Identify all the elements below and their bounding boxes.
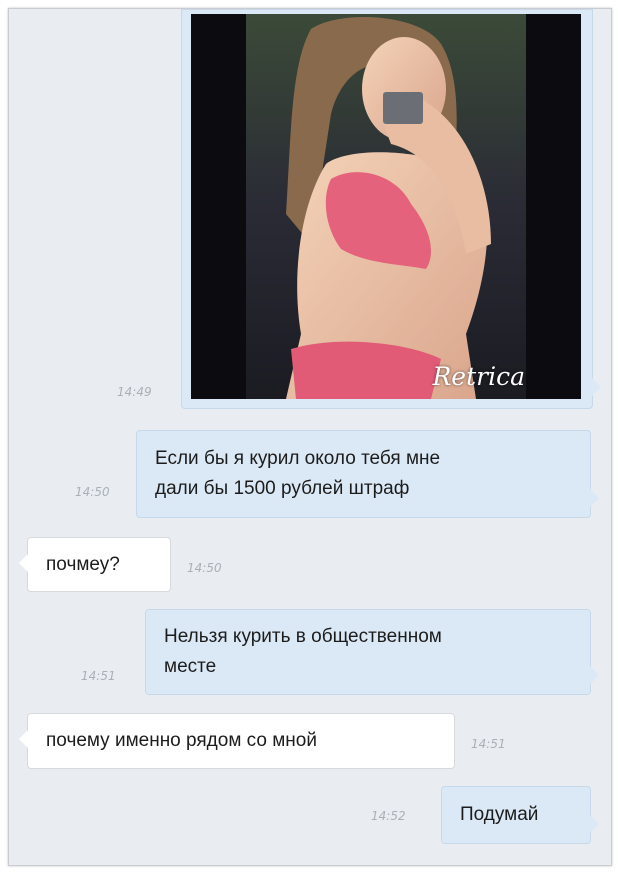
- message-text-line: месте: [164, 656, 217, 677]
- outgoing-message[interactable]: Если бы я курил около тебя мне дали бы 1…: [136, 430, 599, 518]
- outgoing-message[interactable]: Подумай: [441, 786, 599, 844]
- message-time: 14:50: [187, 561, 222, 575]
- message-text-line: почмеу?: [46, 554, 120, 575]
- message-text-line: Нельзя курить в общественном: [164, 626, 442, 647]
- retrica-watermark: Retrica: [432, 362, 525, 391]
- message-time: 14:51: [81, 669, 116, 683]
- message-time: 14:51: [471, 737, 506, 751]
- message-text-line: Подумай: [460, 804, 539, 825]
- message-time: 14:49: [117, 385, 152, 399]
- message-text-line: дали бы 1500 рублей штраф: [155, 478, 410, 499]
- incoming-message[interactable]: почмеу?: [19, 537, 171, 592]
- message-text-line: Если бы я курил около тебя мне: [155, 448, 441, 469]
- message-time: 14:52: [371, 809, 406, 823]
- chat-window: 14:49 Retrica 14:50 Если бы я курил окол…: [8, 8, 612, 866]
- message-time: 14:50: [75, 485, 110, 499]
- photo-message[interactable]: Retrica: [181, 9, 601, 409]
- photo-image: [191, 14, 581, 399]
- attached-photo[interactable]: Retrica: [191, 14, 581, 399]
- outgoing-message[interactable]: Нельзя курить в общественном месте: [145, 609, 599, 695]
- incoming-message[interactable]: почему именно рядом со мной: [19, 713, 455, 769]
- message-text-line: почему именно рядом со мной: [46, 730, 317, 751]
